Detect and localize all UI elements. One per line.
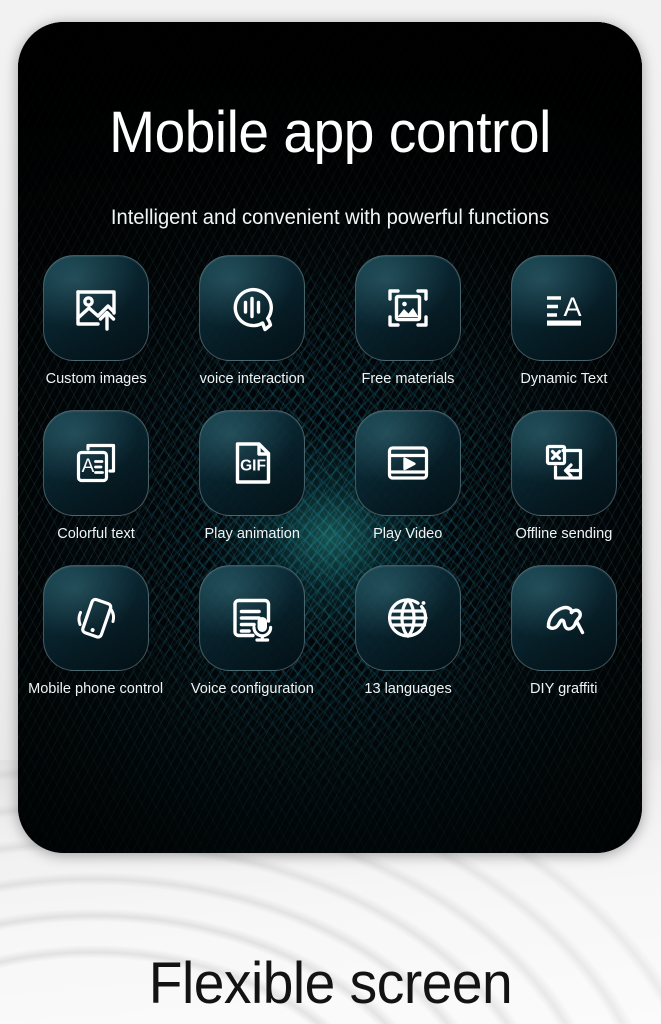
- feature-item-diy-graffiti[interactable]: DIY graffiti: [486, 565, 642, 698]
- gif-file-icon: GIF: [235, 442, 271, 484]
- graffiti-brush-icon: [546, 605, 585, 635]
- feature-tile[interactable]: A: [511, 255, 617, 361]
- page-subtitle: Intelligent and convenient with powerful…: [110, 206, 550, 229]
- globe-icon: [387, 597, 428, 639]
- feature-label: Play Video: [373, 525, 443, 542]
- video-player-icon: [387, 446, 429, 480]
- feature-label: Free materials: [361, 370, 455, 387]
- feature-grid: Custom images voice interaction Free mat…: [18, 255, 642, 698]
- feature-tile[interactable]: [355, 255, 461, 361]
- feature-item-mobile-phone-control[interactable]: Mobile phone control: [18, 565, 174, 698]
- feature-item-13-languages[interactable]: 13 languages: [330, 565, 486, 698]
- feature-item-colorful-text[interactable]: A Colorful text: [18, 410, 174, 543]
- offline-send-icon: [545, 444, 583, 480]
- feature-label: DIY graffiti: [530, 680, 598, 697]
- feature-tile[interactable]: [355, 410, 461, 516]
- feature-tile[interactable]: [511, 410, 617, 516]
- svg-text:GIF: GIF: [240, 458, 266, 475]
- feature-item-voice-interaction[interactable]: voice interaction: [174, 255, 330, 388]
- document-microphone-icon: [233, 598, 273, 642]
- feature-tile[interactable]: [199, 255, 305, 361]
- image-upload-icon: [76, 290, 116, 331]
- feature-label: Custom images: [45, 370, 147, 387]
- feature-label: Mobile phone control: [28, 680, 164, 697]
- text-card-a-icon: A: [76, 443, 116, 483]
- feature-label: Offline sending: [515, 525, 613, 542]
- feature-tile[interactable]: [43, 255, 149, 361]
- feature-tile[interactable]: GIF: [199, 410, 305, 516]
- feature-item-dynamic-text[interactable]: A Dynamic Text: [486, 255, 642, 388]
- feature-item-offline-sending[interactable]: Offline sending: [486, 410, 642, 543]
- feature-label: Dynamic Text: [520, 370, 608, 387]
- svg-text:A: A: [563, 292, 581, 322]
- shaking-phone-icon: [77, 597, 115, 639]
- feature-label: Play animation: [204, 525, 300, 542]
- feature-item-free-materials[interactable]: Free materials: [330, 255, 486, 388]
- feature-label: Voice configuration: [190, 680, 314, 697]
- feature-label: Colorful text: [57, 525, 135, 542]
- image-frame-icon: [388, 289, 428, 327]
- feature-item-custom-images[interactable]: Custom images: [18, 255, 174, 388]
- feature-tile[interactable]: [199, 565, 305, 671]
- svg-text:A: A: [82, 456, 95, 477]
- feature-tile[interactable]: [511, 565, 617, 671]
- feature-tile[interactable]: [355, 565, 461, 671]
- feature-tile[interactable]: [43, 565, 149, 671]
- feature-tile[interactable]: A: [43, 410, 149, 516]
- feature-item-play-video[interactable]: Play Video: [330, 410, 486, 543]
- text-lines-a-icon: A: [547, 292, 582, 326]
- feature-item-voice-configuration[interactable]: Voice configuration: [174, 565, 330, 698]
- feature-item-play-animation[interactable]: GIF Play animation: [174, 410, 330, 543]
- footer-heading: Flexible screen: [148, 951, 513, 1016]
- feature-label: 13 languages: [364, 680, 452, 697]
- promo-page: Mobile app control Intelligent and conve…: [0, 0, 661, 1024]
- voice-bubble-icon: [233, 287, 273, 332]
- feature-label: voice interaction: [199, 370, 305, 387]
- page-title: Mobile app control: [109, 100, 551, 165]
